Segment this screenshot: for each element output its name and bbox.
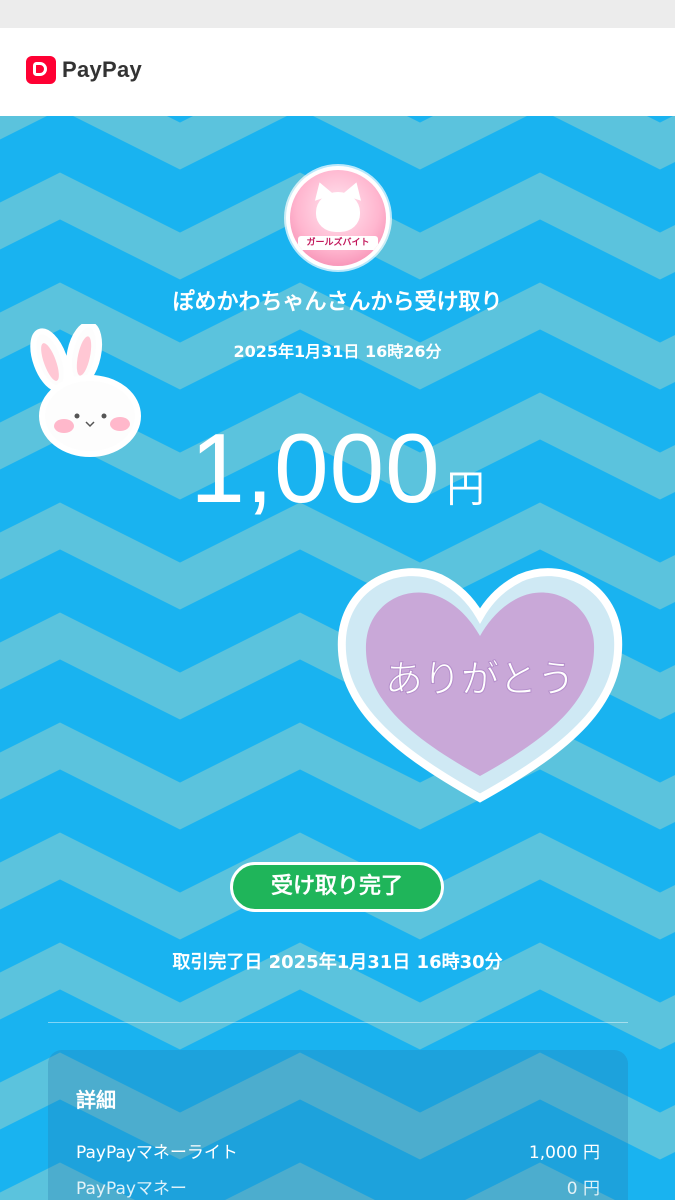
- details-card: 詳細 PayPayマネーライト 1,000 円 PayPayマネー 0 円: [48, 1050, 628, 1200]
- logo-text: PayPay: [62, 57, 143, 82]
- paypay-logo[interactable]: PayPay: [26, 56, 142, 84]
- details-title: 詳細: [76, 1088, 116, 1112]
- amount-currency: 円: [446, 467, 485, 511]
- amount: 1,000 円: [0, 412, 675, 525]
- detail-row: PayPayマネーライト 1,000 円: [76, 1138, 600, 1163]
- avatar-label: ガールズバイト: [298, 236, 378, 250]
- completed-line: 取引完了日 2025年1月31日 16時30分: [0, 948, 675, 974]
- paypay-logo-icon: [26, 56, 56, 84]
- sender-line: ぽめかわちゃんさんから受け取り: [172, 290, 503, 315]
- app-header: PayPay: [0, 28, 675, 116]
- status-bar: [0, 0, 675, 29]
- detail-row: PayPayマネー 0 円: [76, 1174, 600, 1199]
- heart-sticker-icon: ありがとう: [337, 568, 623, 803]
- amount-value: 1,000: [190, 413, 441, 523]
- detail-label: PayPayマネーライト: [76, 1143, 238, 1163]
- sender-avatar[interactable]: ガールズバイト: [286, 166, 390, 270]
- cat-avatar-icon: [316, 192, 360, 232]
- detail-value: 1,000 円: [528, 1143, 600, 1163]
- status-badge: 受け取り完了: [230, 862, 444, 912]
- completed-date: 2025年1月31日 16時30分: [268, 952, 503, 973]
- receipt-panel: ガールズバイト ぽめかわちゃんさんから受け取り 2025年1月31日 16時26…: [0, 116, 675, 1200]
- detail-label: PayPayマネー: [76, 1179, 187, 1199]
- sticker-text: ありがとう: [385, 657, 575, 701]
- detail-value: 0 円: [566, 1179, 600, 1199]
- completed-label: 取引完了日: [172, 952, 263, 973]
- divider: [48, 1022, 628, 1023]
